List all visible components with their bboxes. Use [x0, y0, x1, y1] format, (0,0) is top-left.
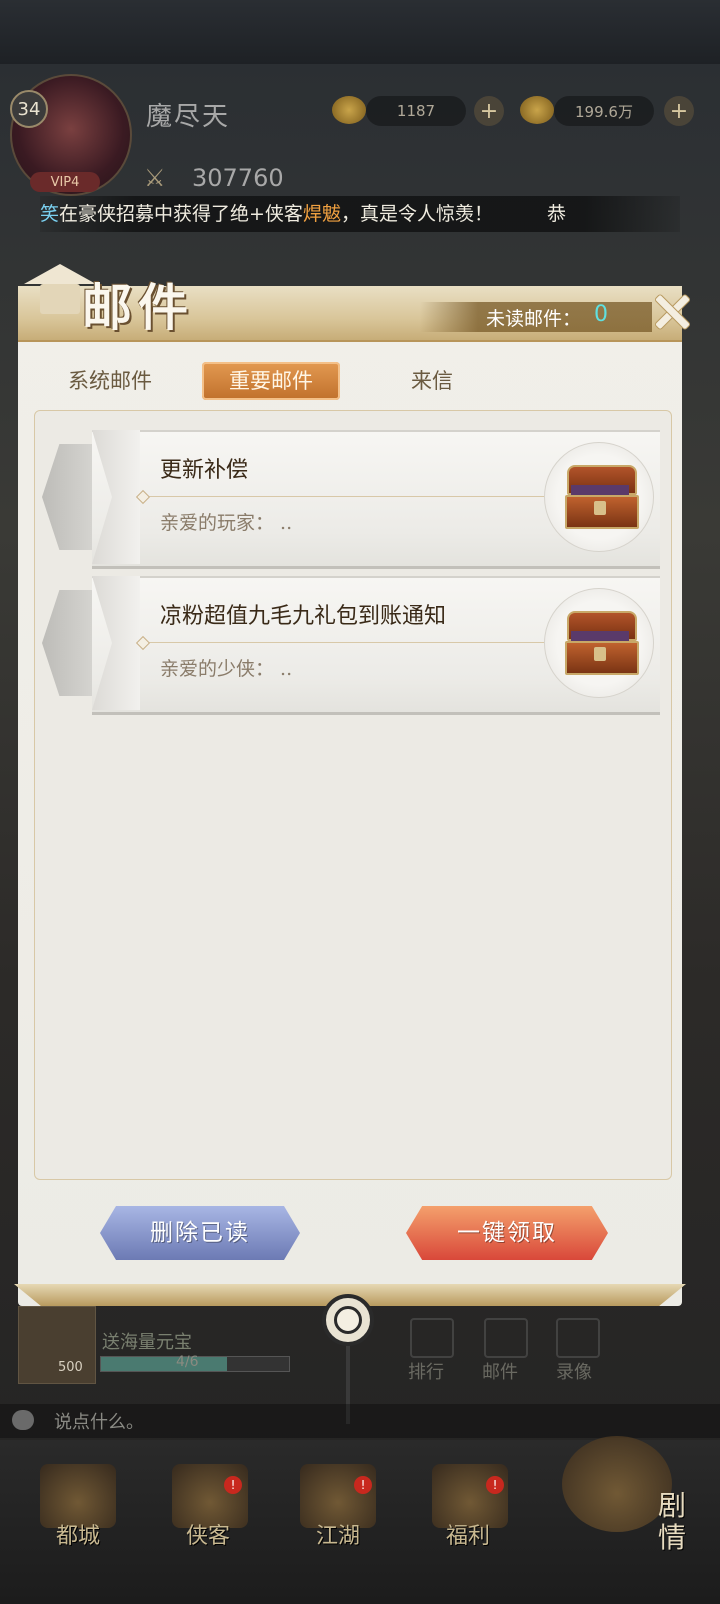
- marquee-text: 在豪侠招募中获得了绝+侠客: [59, 203, 303, 225]
- close-icon[interactable]: [648, 288, 694, 334]
- panel-title: 邮件: [82, 278, 194, 337]
- chat-bubble-icon: [12, 1410, 34, 1430]
- tab-important-mail[interactable]: 重要邮件: [202, 362, 340, 400]
- welfare-alert-badge: !: [486, 1476, 504, 1494]
- hero-alert-badge: !: [224, 1476, 242, 1494]
- mail-icon[interactable]: [484, 1318, 528, 1358]
- claim-all-button[interactable]: 一键领取: [406, 1206, 608, 1260]
- nav-welfare[interactable]: 福利: [418, 1518, 518, 1550]
- replay-button[interactable]: 录像: [556, 1358, 592, 1384]
- gold-amount: 1187: [366, 96, 466, 126]
- coin-icon: [520, 96, 554, 124]
- announcement-marquee: 笑在豪侠招募中获得了绝+侠客焊魃，真是令人惊羡！ 恭: [40, 196, 680, 232]
- event-count: 500: [58, 1360, 83, 1375]
- event-progress-fill: [101, 1357, 227, 1371]
- player-name: 魔尽天: [146, 102, 231, 132]
- event-reward-icon[interactable]: [18, 1306, 96, 1384]
- treasure-chest-icon: [544, 588, 654, 698]
- scroll-knob-inner: [334, 1306, 362, 1334]
- marquee-name: 笑: [40, 203, 60, 225]
- replay-icon[interactable]: [556, 1318, 600, 1358]
- top-bar-background: [0, 0, 720, 64]
- jianghu-alert-badge: !: [354, 1476, 372, 1494]
- tab-letters[interactable]: 来信: [386, 362, 478, 400]
- add-gold-button[interactable]: +: [474, 96, 504, 126]
- ranking-icon[interactable]: [410, 1318, 454, 1358]
- chat-placeholder[interactable]: 说点什么。: [54, 1408, 144, 1434]
- marquee-hero: 焊魃: [302, 203, 341, 225]
- nav-jianghu[interactable]: 江湖: [288, 1518, 388, 1550]
- coin-amount: 199.6万: [554, 96, 654, 126]
- level-badge: 34: [10, 90, 48, 128]
- mail-item[interactable]: 更新补偿 亲爱的玩家： ..: [42, 428, 660, 569]
- gold-ingot-icon: [332, 96, 366, 124]
- mail-item[interactable]: 凉粉超值九毛九礼包到账通知 亲爱的少侠： ..: [42, 574, 660, 715]
- event-text: 送海量元宝: [102, 1332, 192, 1353]
- event-progress-text: 4/6: [176, 1354, 199, 1370]
- mail-divider: [140, 496, 580, 497]
- mail-preview: 亲爱的玩家： ..: [160, 512, 293, 534]
- mail-title: 凉粉超值九毛九礼包到账通知: [160, 604, 447, 629]
- treasure-chest-icon: [544, 442, 654, 552]
- unread-label: 未读邮件：: [486, 308, 582, 330]
- marquee-next: 恭: [546, 203, 566, 225]
- marquee-text-end: ，真是令人惊羡！: [340, 203, 493, 225]
- mail-button[interactable]: 邮件: [482, 1358, 518, 1384]
- mail-divider: [140, 642, 580, 643]
- nav-story[interactable]: 剧情: [652, 1490, 692, 1554]
- add-coin-button[interactable]: +: [664, 96, 694, 126]
- mail-preview: 亲爱的少侠： ..: [160, 658, 293, 680]
- combat-power: 307760: [192, 164, 284, 192]
- nav-heroes[interactable]: 侠客: [158, 1518, 258, 1550]
- delete-read-button[interactable]: 删除已读: [100, 1206, 300, 1260]
- tab-system-mail[interactable]: 系统邮件: [52, 362, 168, 400]
- ranking-button[interactable]: 排行: [408, 1358, 444, 1384]
- crossed-swords-icon: ⚔: [144, 164, 166, 192]
- vip-badge[interactable]: VIP4: [30, 172, 100, 192]
- nav-city[interactable]: 都城: [28, 1518, 128, 1550]
- unread-count: 0: [594, 302, 608, 327]
- mail-title: 更新补偿: [160, 458, 249, 483]
